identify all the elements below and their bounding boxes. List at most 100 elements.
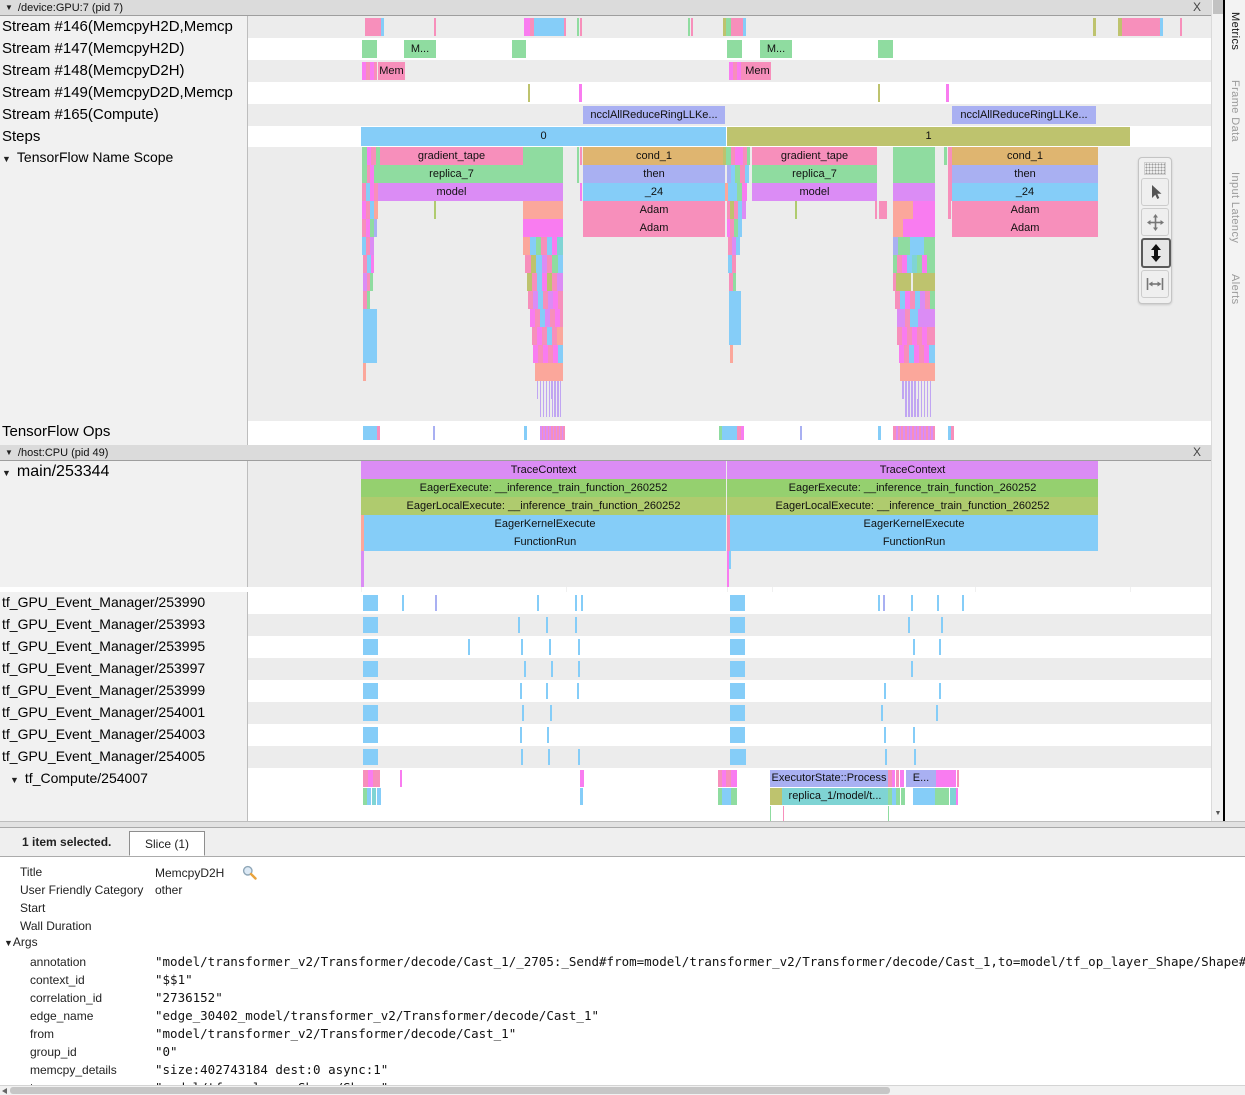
trace-event-bar[interactable] <box>560 399 561 417</box>
track-lane[interactable] <box>248 746 1211 768</box>
trace-event-bar[interactable] <box>878 426 881 440</box>
trace-event-bar[interactable] <box>524 426 527 440</box>
track-lane[interactable]: MemMem <box>248 60 1211 82</box>
trace-event-bar[interactable] <box>468 639 470 655</box>
trace-event-bar[interactable] <box>885 749 887 765</box>
side-tab-alerts[interactable]: Alerts <box>1229 274 1241 305</box>
trace-event-bar[interactable] <box>363 595 378 611</box>
trace-event-bar[interactable] <box>521 749 523 765</box>
trace-event-bar[interactable] <box>795 201 797 219</box>
trace-event-bar[interactable] <box>878 595 880 611</box>
trace-event-bar[interactable] <box>917 426 919 440</box>
trace-event-bar[interactable] <box>363 363 366 381</box>
trace-event-bar[interactable] <box>908 381 910 399</box>
trace-event-bar[interactable]: EagerLocalExecute: __inference_train_fun… <box>361 497 726 515</box>
scroll-left-icon[interactable] <box>2 1088 7 1094</box>
trace-event-bar[interactable] <box>913 727 915 743</box>
trace-event-bar[interactable] <box>930 291 935 309</box>
trace-event-bar[interactable] <box>898 237 910 255</box>
trace-event-bar[interactable]: M... <box>404 40 436 58</box>
tab-slice[interactable]: Slice (1) <box>129 831 205 856</box>
trace-event-bar[interactable] <box>373 770 380 787</box>
trace-event-bar[interactable] <box>730 727 745 743</box>
trace-event-bar[interactable] <box>557 327 563 345</box>
trace-event-bar[interactable] <box>535 363 563 381</box>
trace-event-bar[interactable] <box>732 255 736 273</box>
trace-event-bar[interactable] <box>736 237 740 255</box>
trace-event-bar[interactable] <box>528 84 530 102</box>
trace-event-bar[interactable] <box>575 617 577 633</box>
trace-event-bar[interactable]: replica_7 <box>752 165 877 183</box>
trace-event-bar[interactable] <box>374 201 378 219</box>
trace-event-bar[interactable] <box>365 18 381 36</box>
track-lane[interactable]: ExecutorState::ProcessE...replica_1/mode… <box>248 768 1211 821</box>
zoom-tool-icon[interactable] <box>1141 238 1171 268</box>
trace-event-bar[interactable] <box>911 381 913 399</box>
trace-event-bar[interactable] <box>558 255 563 273</box>
trace-event-bar[interactable] <box>1122 18 1160 36</box>
trace-event-bar[interactable] <box>770 788 782 805</box>
track-lane[interactable] <box>248 592 1211 614</box>
trace-event-bar[interactable] <box>551 661 553 677</box>
side-tab-frame-data[interactable]: Frame Data <box>1229 80 1241 142</box>
vertical-scrollbar-thumb[interactable] <box>1213 0 1223 14</box>
trace-event-bar[interactable] <box>363 749 378 765</box>
trace-event-bar[interactable] <box>363 309 377 327</box>
trace-event-bar[interactable]: model <box>752 183 877 201</box>
trace-event-bar[interactable] <box>534 18 564 36</box>
side-tab-metrics[interactable]: Metrics <box>1229 12 1241 50</box>
trace-event-bar[interactable] <box>743 18 746 36</box>
trace-event-bar[interactable] <box>691 18 693 36</box>
pan-tool-icon[interactable] <box>1141 208 1169 236</box>
trace-event-bar[interactable] <box>729 309 741 327</box>
trace-event-bar[interactable] <box>939 639 941 655</box>
trace-event-bar[interactable] <box>733 273 736 291</box>
trace-event-bar[interactable] <box>372 788 376 805</box>
trace-event-bar[interactable] <box>521 639 523 655</box>
trace-event-bar[interactable] <box>580 770 584 787</box>
trace-event-bar[interactable]: EagerKernelExecute <box>730 515 1098 533</box>
trace-event-bar[interactable] <box>381 18 384 36</box>
trace-event-bar[interactable] <box>434 18 436 36</box>
trace-event-bar[interactable] <box>897 309 905 327</box>
toolbar-grip-icon[interactable] <box>1144 162 1166 175</box>
trace-event-bar[interactable] <box>581 595 583 611</box>
trace-event-bar[interactable] <box>1093 18 1096 36</box>
trace-event-bar[interactable] <box>730 595 745 611</box>
trace-event-bar[interactable] <box>741 426 744 440</box>
trace-event-bar[interactable] <box>549 399 550 417</box>
track-lane[interactable] <box>248 658 1211 680</box>
trace-event-bar[interactable] <box>936 705 938 721</box>
trace-event-bar[interactable] <box>884 727 886 743</box>
trace-event-bar[interactable] <box>363 617 378 633</box>
trace-event-bar[interactable] <box>402 595 404 611</box>
trace-event-bar[interactable] <box>879 201 887 219</box>
trace-event-bar[interactable] <box>935 788 949 805</box>
select-tool-icon[interactable] <box>1141 178 1169 206</box>
trace-event-bar[interactable]: ExecutorState::Process <box>770 770 888 787</box>
close-button[interactable]: X <box>1193 445 1201 459</box>
trace-event-bar[interactable]: cond_1 <box>583 147 725 165</box>
trace-event-bar[interactable] <box>433 426 435 440</box>
trace-event-bar[interactable]: Mem <box>378 62 405 80</box>
trace-event-bar[interactable] <box>930 399 932 417</box>
trace-event-bar[interactable] <box>900 770 904 787</box>
trace-event-bar[interactable] <box>924 237 935 255</box>
trace-event-bar[interactable] <box>557 381 558 399</box>
trace-event-bar[interactable] <box>929 345 935 363</box>
trace-event-bar[interactable] <box>725 426 737 440</box>
trace-event-bar[interactable] <box>557 399 558 417</box>
trace-event-bar[interactable] <box>547 727 549 743</box>
trace-event-bar[interactable]: then <box>952 165 1098 183</box>
trace-event-bar[interactable] <box>559 426 561 440</box>
trace-event-bar[interactable] <box>546 399 547 417</box>
trace-event-bar[interactable]: TraceContext <box>361 461 726 479</box>
trace-event-bar[interactable] <box>770 806 771 821</box>
trace-event-bar[interactable] <box>956 788 958 805</box>
trace-event-bar[interactable] <box>523 201 563 219</box>
trace-event-bar[interactable] <box>742 201 746 219</box>
trace-event-bar[interactable] <box>575 595 577 611</box>
trace-event-bar[interactable] <box>730 683 745 699</box>
trace-event-bar[interactable] <box>921 399 923 417</box>
trace-event-bar[interactable] <box>783 806 784 821</box>
